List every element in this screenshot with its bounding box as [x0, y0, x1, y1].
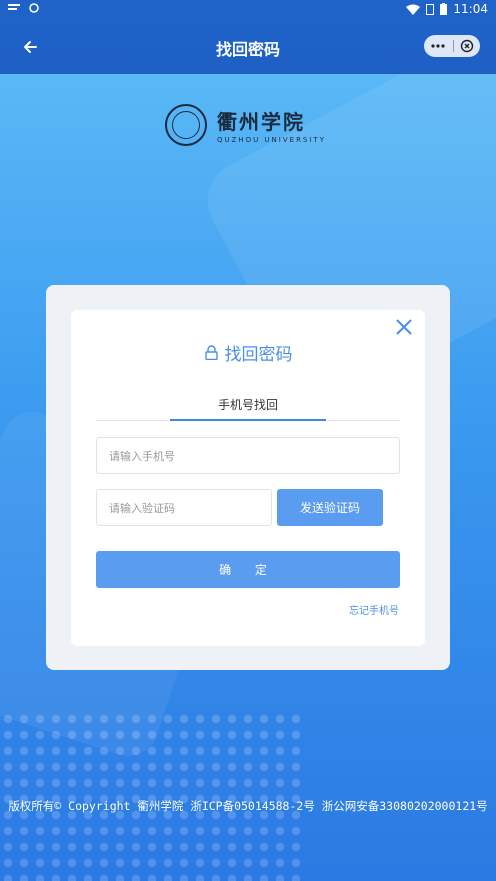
university-seal-icon [165, 104, 207, 146]
tab-phone-recovery[interactable]: 手机号找回 [170, 396, 326, 413]
battery-icon [440, 3, 448, 15]
status-time: 11:04 [453, 2, 488, 16]
tab-active-indicator [170, 419, 326, 421]
status-bar: 11:04 [0, 0, 496, 20]
dot-pattern [0, 711, 300, 881]
reset-password-dialog: 找回密码 手机号找回 请输入手机号 请输入验证码 发送验证码 确 定 忘记手机号 [71, 310, 425, 646]
confirm-button[interactable]: 确 定 [96, 551, 400, 588]
dialog-title: 找回密码 [71, 340, 425, 365]
logo-english-name: QUZHOU UNIVERSITY [217, 136, 326, 144]
forgot-phone-link[interactable]: 忘记手机号 [349, 602, 399, 617]
sim-icon [426, 3, 435, 15]
mini-program-capsule [424, 35, 480, 57]
code-input-placeholder: 请输入验证码 [109, 501, 175, 515]
university-logo: 衢州学院 QUZHOU UNIVERSITY [165, 104, 326, 146]
lock-icon [204, 345, 218, 360]
wifi-icon [406, 4, 421, 15]
phone-input-placeholder: 请输入手机号 [109, 449, 175, 463]
logo-chinese-name: 衢州学院 [217, 110, 305, 134]
mail-icon [29, 3, 39, 13]
page-title: 找回密码 [215, 40, 280, 59]
title-bar: 找回密码 [0, 20, 496, 74]
close-mini-program-icon[interactable] [460, 39, 474, 53]
close-button[interactable] [393, 316, 415, 338]
phone-input[interactable]: 请输入手机号 [96, 437, 400, 474]
send-code-button[interactable]: 发送验证码 [277, 489, 383, 526]
more-icon[interactable] [430, 43, 446, 49]
notification-icon [8, 4, 20, 10]
copyright-footer: 版权所有© Copyright 衢州学院 浙ICP备05014588-2号 浙公… [8, 799, 488, 813]
dialog-title-text: 找回密码 [224, 345, 293, 365]
close-icon [396, 319, 412, 335]
capsule-divider [452, 40, 454, 52]
code-input[interactable]: 请输入验证码 [96, 489, 272, 526]
